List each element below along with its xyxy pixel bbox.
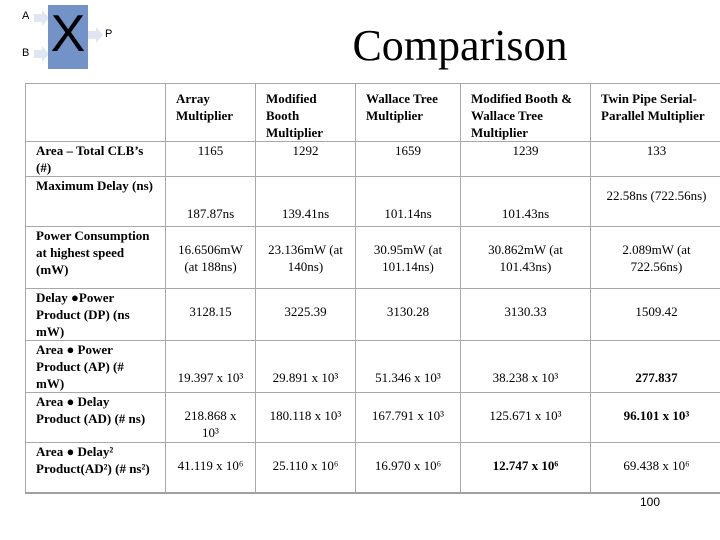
cell-value: 30.95mW (at 101.14ns) [355,226,461,289]
output-p-arrow-icon [88,27,103,43]
cell-value: 12.747 x 10⁶ [460,442,591,493]
row-label: Area – Total CLB’s (#) [25,141,166,177]
cell-value: 3130.28 [355,288,461,341]
column-header-wallace-tree: Wallace Tree Multiplier [355,83,461,142]
cell-value: 1509.42 [590,288,720,341]
cell-value: 101.43ns [460,176,591,227]
slide-title: Comparison [352,21,568,70]
cell-value: 16.6506mW (at 188ns) [165,226,256,289]
cell-value: 30.862mW (at 101.43ns) [460,226,591,289]
cell-value: 19.397 x 10³ [165,340,256,393]
row-label: Power Consumption at highest speed (mW) [25,226,166,289]
row-label: Delay ●Power Product (DP) (ns mW) [25,288,166,341]
header-row: Array Multiplier Modified Booth Multipli… [25,83,720,142]
table-row: Area ● Delay Product (AD) (# ns) 218.868… [25,392,720,443]
page-number: 100 [639,495,661,509]
cell-value: 125.671 x 10³ [460,392,591,443]
cell-value: 29.891 x 10³ [255,340,356,393]
table-row: Area ● Delay² Product(AD²) (# ns²) 41.11… [25,442,720,493]
cell-value: 3225.39 [255,288,356,341]
cell-value: 96.101 x 10³ [590,392,720,443]
cell-value: 38.238 x 10³ [460,340,591,393]
row-label: Area ● Delay Product (AD) (# ns) [25,392,166,443]
table-row: Power Consumption at highest speed (mW) … [25,226,720,289]
table-row: Area – Total CLB’s (#) 1165 1292 1659 12… [25,141,720,177]
cell-value: 1165 [165,141,256,177]
table-row: Delay ●Power Product (DP) (ns mW) 3128.1… [25,288,720,341]
cell-value: 167.791 x 10³ [355,392,461,443]
column-header-booth-wallace: Modified Booth & Wallace Tree Multiplier [460,83,591,142]
output-p-label: P [105,28,113,40]
cell-value: 133 [590,141,720,177]
column-header-twin-pipe: Twin Pipe Serial-Parallel Multiplier [590,83,720,142]
column-header-empty [25,83,166,142]
row-label: Maximum Delay (ns) [25,176,166,227]
input-a-arrow-icon [34,10,49,26]
cell-value: 1659 [355,141,461,177]
cell-value: 16.970 x 10⁶ [355,442,461,493]
cell-value: 139.41ns [255,176,356,227]
cell-value: 218.868 x 10³ [165,392,256,443]
cell-value: 3130.33 [460,288,591,341]
cell-value: 101.14ns [355,176,461,227]
table-row: Maximum Delay (ns) 187.87ns 139.41ns 101… [25,176,720,227]
input-a-label: A [22,10,30,22]
table-row: Area ● Power Product (AP) (# mW) 19.397 … [25,340,720,393]
cell-value: 1292 [255,141,356,177]
cell-value: 3128.15 [165,288,256,341]
column-header-array: Array Multiplier [165,83,256,142]
cell-value: 277.837 [590,340,720,393]
cell-value: 180.118 x 10³ [255,392,356,443]
comparison-table: Array Multiplier Modified Booth Multipli… [25,83,720,494]
input-b-arrow-icon [34,46,49,62]
cell-value: 25.110 x 10⁶ [255,442,356,493]
cell-value: 69.438 x 10⁶ [590,442,720,493]
input-b-label: B [22,47,30,59]
cell-value: 187.87ns [165,176,256,227]
column-header-modified-booth: Modified Booth Multiplier [255,83,356,142]
cell-value: 1239 [460,141,591,177]
row-label: Area ● Delay² Product(AD²) (# ns²) [25,442,166,493]
multiplier-logo: A B P X [0,0,130,75]
cell-value: 51.346 x 10³ [355,340,461,393]
cell-value: 22.58ns (722.56ns) [590,176,720,227]
cell-value: 41.119 x 10⁶ [165,442,256,493]
cell-value: 23.136mW (at 140ns) [255,226,356,289]
multiply-symbol: X [50,5,86,63]
cell-value: 2.089mW (at 722.56ns) [590,226,720,289]
row-label: Area ● Power Product (AP) (# mW) [25,340,166,393]
